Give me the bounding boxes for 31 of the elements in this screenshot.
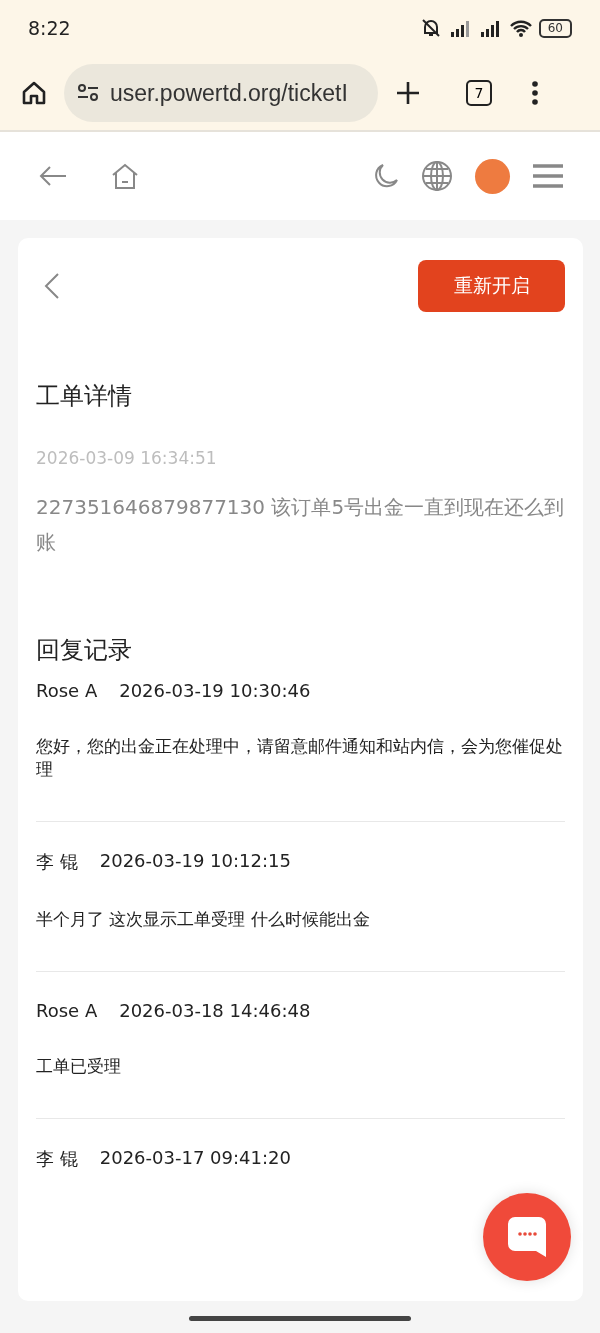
reply-message: 您好，您的出金正在处理中，请留意邮件通知和站内信，会为您催促处理 — [36, 735, 564, 781]
address-bar[interactable]: user.powertd.org/ticketI — [64, 64, 378, 122]
home-icon[interactable] — [20, 79, 48, 107]
reply-message: 半个月了 这次显示工单受理 什么时候能出金 — [36, 908, 371, 931]
reply-author: Rose A — [36, 1000, 98, 1021]
reopen-button[interactable]: 重新开启 — [418, 260, 565, 312]
tab-count-button[interactable]: 7 — [466, 80, 492, 106]
avatar[interactable] — [475, 158, 510, 194]
globe-icon[interactable] — [421, 160, 453, 192]
new-tab-icon[interactable] — [394, 79, 422, 107]
ticket-content: 227351646879877130 该订单5号出金一直到现在还么到账 — [36, 494, 565, 556]
site-settings-icon[interactable] — [76, 82, 100, 104]
reply-time: 2026-03-19 10:30:46 — [119, 680, 311, 701]
reply-author: Rose A — [36, 680, 98, 701]
back-chevron-icon[interactable] — [44, 272, 60, 300]
chat-bubble-icon — [507, 1216, 547, 1258]
menu-icon[interactable] — [532, 163, 564, 189]
reply-time: 2026-03-19 10:12:15 — [99, 850, 291, 873]
replies-title: 回复记录 — [36, 635, 133, 666]
status-time: 8:22 — [28, 17, 71, 39]
ticket-date: 2026-03-09 16:34:51 — [36, 448, 218, 468]
more-icon[interactable] — [530, 79, 540, 107]
reply-author: 李 锟 — [36, 1147, 78, 1171]
reply-time: 2026-03-17 09:41:20 — [99, 1147, 291, 1170]
back-arrow-icon[interactable] — [38, 164, 68, 188]
wifi-icon — [508, 18, 533, 38]
battery-level: 60 — [538, 18, 572, 38]
reply-message: 工单已受理 — [36, 1055, 122, 1078]
reply-author: 李 锟 — [36, 850, 78, 874]
ticket-title: 工单详情 — [36, 381, 133, 412]
reply-time: 2026-03-18 14:46:48 — [119, 1000, 311, 1021]
